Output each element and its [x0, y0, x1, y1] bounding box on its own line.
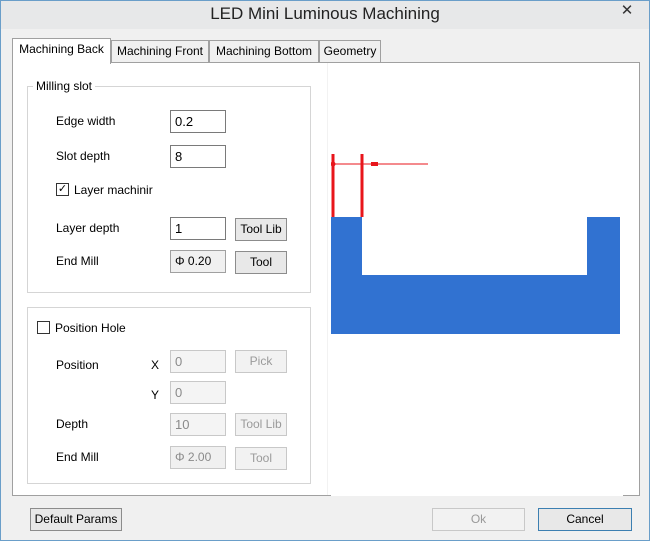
position-hole-checkbox[interactable]	[37, 321, 50, 334]
dialog-client: Machining Back Machining Front Machining…	[1, 29, 649, 540]
y-label: Y	[151, 388, 160, 402]
position-y-input[interactable]	[170, 381, 226, 404]
close-icon[interactable]: ✕	[611, 1, 643, 21]
end-mill-label: End Mill	[56, 254, 99, 268]
layer-depth-label: Layer depth	[56, 221, 120, 235]
tab-machining-bottom[interactable]: Machining Bottom	[209, 40, 319, 62]
default-params-button[interactable]: Default Params	[30, 508, 122, 531]
dimension-arrow-icon	[371, 162, 378, 166]
slot-depth-label: Slot depth	[56, 149, 111, 163]
dimension-dot-icon	[331, 161, 336, 167]
title-bar[interactable]: LED Mini Luminous Machining ✕	[1, 1, 649, 29]
slot-profile-preview	[331, 63, 623, 496]
position-x-input[interactable]	[170, 350, 226, 373]
depth-input[interactable]	[170, 413, 226, 436]
x-label: X	[151, 358, 160, 372]
layer-machining-checkbox[interactable]: ✓	[56, 183, 69, 196]
position-hole-title: Position Hole	[52, 321, 129, 335]
cancel-button[interactable]: Cancel	[538, 508, 632, 531]
window-title: LED Mini Luminous Machining	[210, 4, 440, 23]
checkmark-icon: ✓	[57, 183, 68, 195]
tool-lib-button[interactable]: Tool Lib	[235, 218, 287, 241]
slot-profile-shape	[331, 217, 620, 334]
end-mill-value: Φ 0.20	[170, 250, 226, 273]
dialog-window: LED Mini Luminous Machining ✕ Machining …	[0, 0, 650, 541]
tab-panel-machining-back: Milling slot Edge width Slot depth ✓ Lay…	[12, 62, 640, 496]
pick-button[interactable]: Pick	[235, 350, 287, 373]
hole-tool-lib-button[interactable]: Tool Lib	[235, 413, 287, 436]
hole-end-mill-label: End Mill	[56, 450, 99, 464]
edge-width-input[interactable]	[170, 110, 226, 133]
slot-depth-input[interactable]	[170, 145, 226, 168]
position-label: Position	[56, 358, 99, 372]
preview-divider	[327, 63, 328, 495]
milling-slot-title: Milling slot	[33, 79, 96, 93]
hole-tool-button[interactable]: Tool	[235, 447, 287, 470]
layer-depth-input[interactable]	[170, 217, 226, 240]
layer-machining-label: Layer machinir	[74, 183, 153, 197]
hole-end-mill-value: Φ 2.00	[170, 446, 226, 469]
depth-label: Depth	[56, 417, 89, 431]
tab-geometry[interactable]: Geometry	[319, 40, 381, 62]
edge-width-label: Edge width	[56, 114, 116, 128]
tool-button[interactable]: Tool	[235, 251, 287, 274]
tab-machining-front[interactable]: Machining Front	[111, 40, 209, 62]
tab-machining-back[interactable]: Machining Back	[12, 38, 111, 64]
ok-button[interactable]: Ok	[432, 508, 525, 531]
